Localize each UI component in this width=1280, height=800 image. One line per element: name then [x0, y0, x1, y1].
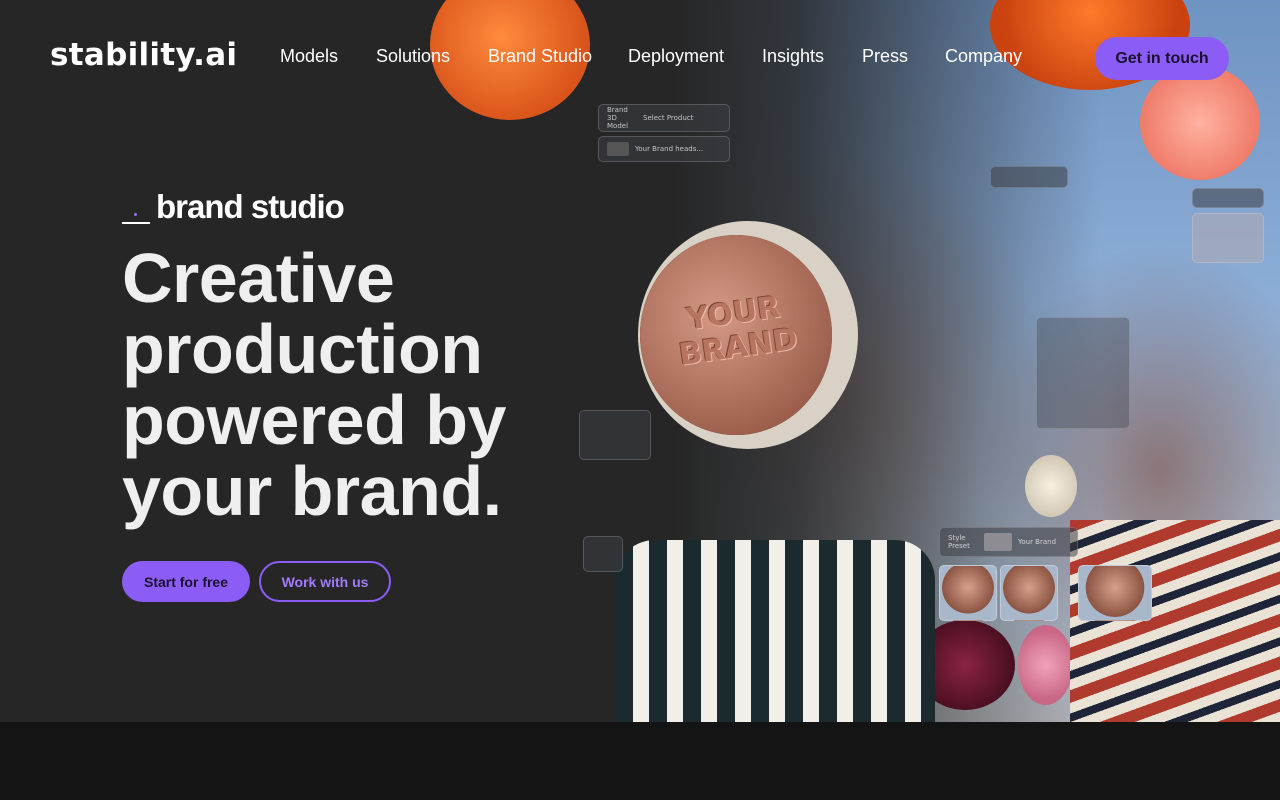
top-navigation: stability.ai Models Solutions Brand Stud… [0, 0, 1280, 116]
striped-sweater-image [1070, 520, 1280, 722]
headline-line: production [122, 310, 483, 388]
headline-line: your brand. [122, 452, 502, 530]
ui-figure-card [1036, 317, 1130, 429]
white-tulip-image [1025, 455, 1077, 517]
striped-sweater-image [615, 540, 935, 722]
brand-studio-mark-icon [122, 198, 150, 224]
ui-dropdown-chip [1192, 188, 1264, 208]
nav-item-company[interactable]: Company [945, 46, 1022, 67]
brand-studio-text: brand studio [156, 188, 345, 225]
preset-thumb-icon [984, 533, 1012, 551]
stability-logo[interactable]: stability.ai [50, 37, 237, 73]
ui-style-preset-value: Your Brand [1018, 538, 1057, 546]
ui-product-name: Your Brand heads... [635, 145, 704, 153]
tulip-image [1018, 625, 1073, 705]
headphone-image: YOUR BRAND [640, 235, 832, 435]
generated-thumbnail [939, 565, 997, 621]
ui-flower-thumb [1192, 213, 1264, 263]
nav-item-insights[interactable]: Insights [762, 46, 824, 67]
work-with-us-button[interactable]: Work with us [259, 561, 391, 602]
nav-item-models[interactable]: Models [280, 46, 338, 67]
next-section-band [0, 722, 1280, 800]
brand-studio-label: brand studio [122, 188, 345, 225]
generated-thumbnail [1078, 565, 1152, 621]
start-for-free-button[interactable]: Start for free [122, 561, 250, 602]
headline-line: powered by [122, 381, 506, 459]
headphone-logo-text: YOUR BRAND [676, 289, 800, 373]
nav-item-solutions[interactable]: Solutions [376, 46, 450, 67]
nav-item-press[interactable]: Press [862, 46, 908, 67]
nav-item-deployment[interactable]: Deployment [628, 46, 724, 67]
generated-thumbnail [1000, 565, 1058, 621]
nav-item-brand-studio[interactable]: Brand Studio [488, 46, 592, 67]
ui-small-card [583, 536, 623, 572]
ui-style-preset-chip: Style Preset Your Brand [939, 527, 1078, 557]
get-in-touch-button[interactable]: Get in touch [1095, 37, 1229, 80]
hero-headline: Creative production powered by your bran… [122, 243, 592, 527]
headline-line: Creative [122, 239, 395, 317]
ui-style-preset-label: Style Preset [948, 534, 970, 550]
product-thumb-icon [607, 142, 629, 156]
ui-dropdown-chip [990, 166, 1068, 188]
ui-product-chip: Your Brand heads... [598, 136, 730, 162]
